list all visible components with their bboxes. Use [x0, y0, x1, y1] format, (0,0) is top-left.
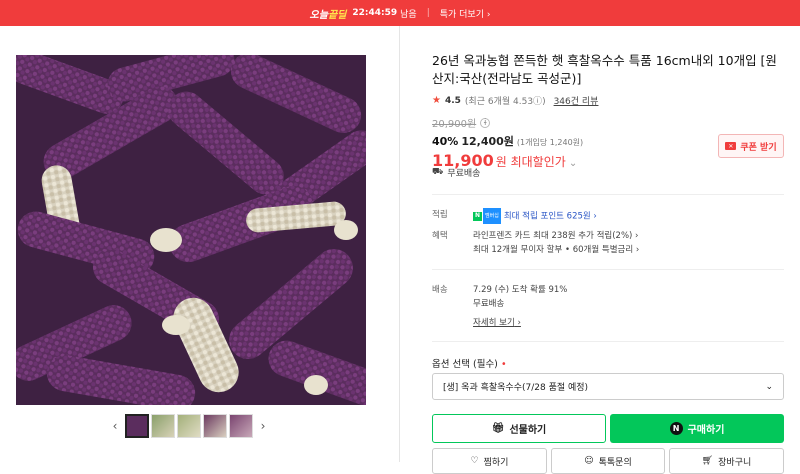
- thumbnail-4[interactable]: [203, 414, 227, 438]
- price-info-icon[interactable]: i: [480, 117, 491, 128]
- gift-button[interactable]: 🎁︎ 선물하기: [432, 414, 606, 443]
- deal-brand: 오늘끝딜: [309, 9, 347, 21]
- delivery-row: 배송 7.29 (수) 도착 확률 91% 무료배송 자세히 보기 ›: [432, 283, 784, 330]
- benefit-line-1[interactable]: 라인프렌즈 카드 최대 238원 추가 적립(2%) ›: [473, 231, 638, 241]
- original-price: 20,900원: [432, 119, 477, 130]
- discount-rate: 40%: [432, 135, 459, 148]
- coupon-icon: ✕: [725, 142, 737, 150]
- info-icon[interactable]: ⓘ: [533, 97, 542, 107]
- rating-meta: (최근 6개월 4.53ⓘ): [464, 97, 546, 107]
- chevron-down-icon[interactable]: ⌄: [569, 158, 577, 169]
- more-deals-link[interactable]: 특가 더보기 ›: [440, 7, 491, 20]
- thumbnail-5[interactable]: [229, 414, 253, 438]
- point-value[interactable]: N 멤버십 최대 적립 포인트 625원 ›: [473, 208, 597, 224]
- chevron-down-icon: ⌄: [765, 381, 773, 392]
- thumbnail-2[interactable]: [151, 414, 175, 438]
- original-price-row: 20,900원 i: [432, 115, 784, 130]
- truck-icon: ⛟: [432, 167, 444, 177]
- top-deal-banner[interactable]: 오늘끝딜 22:44:59 남음 | 특가 더보기 ›: [0, 0, 800, 26]
- rating-score: 4.5: [444, 95, 461, 106]
- delivery-details-link[interactable]: 자세히 보기 ›: [473, 316, 521, 330]
- benefit-line-2[interactable]: 최대 12개월 무이자 할부 • 60개월 특별금리 ›: [473, 245, 639, 255]
- sale-price: 12,400원: [461, 135, 514, 148]
- unit-price: (1개입당 1,240원): [516, 138, 584, 147]
- wish-button[interactable]: ♡ 찜하기: [432, 448, 547, 474]
- cart-icon: 🛒︎: [701, 456, 714, 466]
- option-selected: [생] 옥과 흑찰옥수수(7/28 품절 예정): [443, 383, 589, 393]
- deal-timer-suffix: 남음: [400, 9, 417, 20]
- benefit-key: 혜택: [432, 231, 448, 241]
- thumbnail-strip: ‹ ›: [107, 414, 271, 438]
- thumb-next-icon[interactable]: ›: [255, 419, 271, 433]
- benefit-values: 라인프렌즈 카드 최대 238원 추가 적립(2%) › 최대 12개월 무이자…: [473, 229, 639, 257]
- best-price-label: 원 최대할인가: [495, 155, 566, 169]
- naver-pay-icon: N: [669, 422, 683, 435]
- option-select[interactable]: [생] 옥과 흑찰옥수수(7/28 품절 예정) ⌄: [432, 373, 784, 400]
- delivery-values: 7.29 (수) 도착 확률 91% 무료배송 자세히 보기 ›: [473, 283, 567, 330]
- benefit-row: 혜택 라인프렌즈 카드 최대 238원 추가 적립(2%) › 최대 12개월 …: [432, 229, 784, 257]
- coupon-button[interactable]: ✕ 쿠폰 받기: [718, 134, 784, 158]
- divider: [432, 341, 784, 342]
- delivery-fee: 무료배송: [473, 299, 505, 309]
- product-main-image[interactable]: [16, 55, 366, 405]
- corn-image: [16, 55, 366, 405]
- review-count-link[interactable]: 346건 리뷰: [554, 94, 599, 107]
- rating-row: ★ 4.5 (최근 6개월 4.53ⓘ) 346건 리뷰: [432, 94, 784, 107]
- banner-divider: |: [426, 8, 430, 18]
- buy-button[interactable]: N 구매하기: [610, 414, 784, 443]
- delivery-key: 배송: [432, 285, 448, 295]
- divider: [432, 194, 784, 195]
- heart-icon: ♡: [470, 456, 479, 466]
- point-key: 적립: [432, 210, 448, 220]
- thumbnail-1[interactable]: [125, 414, 149, 438]
- free-shipping-row: ⛟ 무료배송: [432, 167, 481, 179]
- product-title: 26년 옥과농협 쫀득한 햇 흑찰옥수수 특품 16cm내외 10개입 [원산지…: [432, 53, 777, 86]
- chat-icon: ☺: [584, 456, 594, 466]
- point-row: 적립 N 멤버십 최대 적립 포인트 625원 ›: [432, 208, 784, 224]
- option-label: 옵션 선택 (필수) •: [432, 359, 507, 370]
- gift-icon: 🎁︎: [491, 423, 505, 434]
- column-divider: [399, 26, 400, 462]
- thumb-prev-icon[interactable]: ‹: [107, 419, 123, 433]
- talk-button[interactable]: ☺ 톡톡문의: [551, 448, 665, 474]
- divider: [432, 269, 784, 270]
- deal-timer: 22:44:59: [352, 8, 398, 18]
- star-icon: ★: [432, 95, 441, 106]
- cart-button[interactable]: 🛒︎ 장바구니: [669, 448, 784, 474]
- delivery-arrival: 7.29 (수) 도착 확률 91%: [473, 285, 568, 295]
- npay-badge: N 멤버십: [473, 208, 501, 224]
- thumbnail-3[interactable]: [177, 414, 201, 438]
